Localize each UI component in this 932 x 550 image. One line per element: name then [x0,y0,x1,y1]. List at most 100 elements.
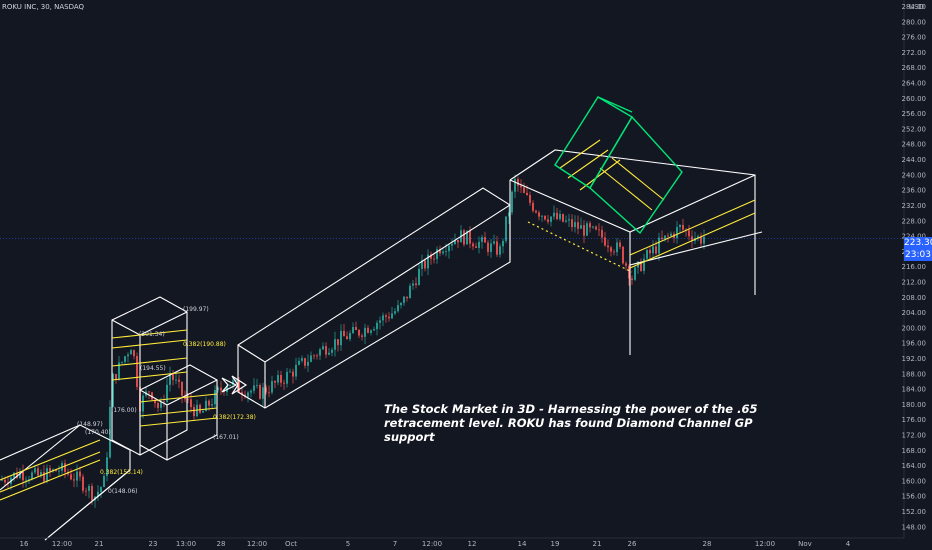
fib-label: 0.382(153.14) [100,469,143,476]
candle-body [652,246,654,254]
y-tick-label: 164.00 [902,462,927,470]
fib-label: (194.55) [140,365,166,372]
candle-body [253,385,255,391]
candle-body [574,222,576,228]
candle-body [316,355,318,357]
candle-body [115,373,117,380]
candle-body [82,476,84,491]
candle-body [310,355,312,362]
y-tick-label: 236.00 [902,187,927,195]
candle-body [394,311,396,314]
candle-body [607,245,609,248]
fib-label: (176.00) [111,407,137,414]
y-tick-label: 184.00 [902,386,927,394]
green-box-face [589,115,683,235]
candle-body [661,237,663,239]
candle-body [514,178,516,192]
fib-label: 0(148.06) [108,488,138,495]
y-tick-label: 244.00 [902,156,927,164]
candle-body [211,404,213,406]
candle-body [325,346,327,355]
fib-label: (148.97) [77,421,103,428]
x-tick-label: 16 [20,540,29,548]
candle-body [481,237,483,242]
candle-body [703,236,705,244]
candle-body [622,246,624,264]
fib-label: (199.97) [183,306,209,313]
y-tick-label: 168.00 [902,447,927,455]
candle-body [64,463,66,472]
candle-body [361,335,363,337]
candle-body [70,474,72,480]
candle-body [415,283,417,286]
candle-body [229,384,231,386]
candle-body [535,210,537,213]
green-box-face [554,96,633,189]
candle-body [127,354,129,357]
candle-body [463,230,465,245]
candle-body [328,352,330,355]
candle-body [688,230,690,237]
x-tick-label: 7 [393,540,397,548]
candle-body [658,237,660,254]
y-tick-label: 188.00 [902,370,927,378]
y-tick-label: 176.00 [902,416,927,424]
candle-body [424,260,426,269]
candle-body [520,185,522,188]
box-edge [509,174,756,233]
y-tick-label: 192.00 [902,355,927,363]
candle-body [532,202,534,211]
candle-body [529,194,531,203]
candle-body [274,381,276,383]
candle-body [277,375,279,383]
candle-body [664,235,666,239]
y-tick-label: 252.00 [902,125,927,133]
candle-body [214,390,216,405]
candle-body [679,224,681,228]
chart-canvas[interactable]: 0.382(153.14) 0(148.06) 0.382(190.88) (199.… [0,0,932,550]
candle-body [367,327,369,333]
y-tick-label: 208.00 [902,294,927,302]
fib-line [629,199,756,256]
candle-body [385,315,387,317]
candle-body [43,472,45,482]
candle-body [595,226,597,230]
candle-body [121,361,123,363]
candle-body [76,471,78,481]
x-tick-label: 26 [628,540,637,548]
candle-body [280,375,282,383]
candle-body [259,385,261,399]
candle-body [313,355,315,357]
y-tick-label: 284.00 [902,3,927,11]
candle-body [631,278,633,280]
candle-body [475,246,477,248]
candle-body [370,330,372,333]
candle-body [322,346,324,350]
candle-body [550,216,552,222]
candle-body [493,241,495,244]
candle-body [646,250,648,259]
candle-body [538,212,540,217]
candle-body [511,191,513,213]
fib-label: (170.40) [85,429,111,436]
x-tick-label: Oct [285,540,297,548]
candle-body [286,371,288,384]
x-tick-label: 12:00 [422,540,442,548]
arrow-icon [221,377,238,393]
candle-body [448,245,450,252]
fib-label: 0.382(172.38) [213,414,256,421]
y-tick-label: 172.00 [902,432,927,440]
candle-body [202,411,204,413]
candle-body [49,468,51,472]
candle-body [103,475,105,488]
candle-body [172,373,174,380]
candle-body [358,329,360,336]
y-tick-label: 212.00 [902,278,927,286]
candle-body [649,250,651,254]
x-tick-label: 21 [593,540,602,548]
chart-root: ROKU INC, 30, NASDAQ USD 0.382(153.14) 0(… [0,0,932,550]
candle-body [163,401,165,403]
y-tick-label: 276.00 [902,34,927,42]
x-tick-label: 14 [518,540,527,548]
candle-body [268,392,270,394]
